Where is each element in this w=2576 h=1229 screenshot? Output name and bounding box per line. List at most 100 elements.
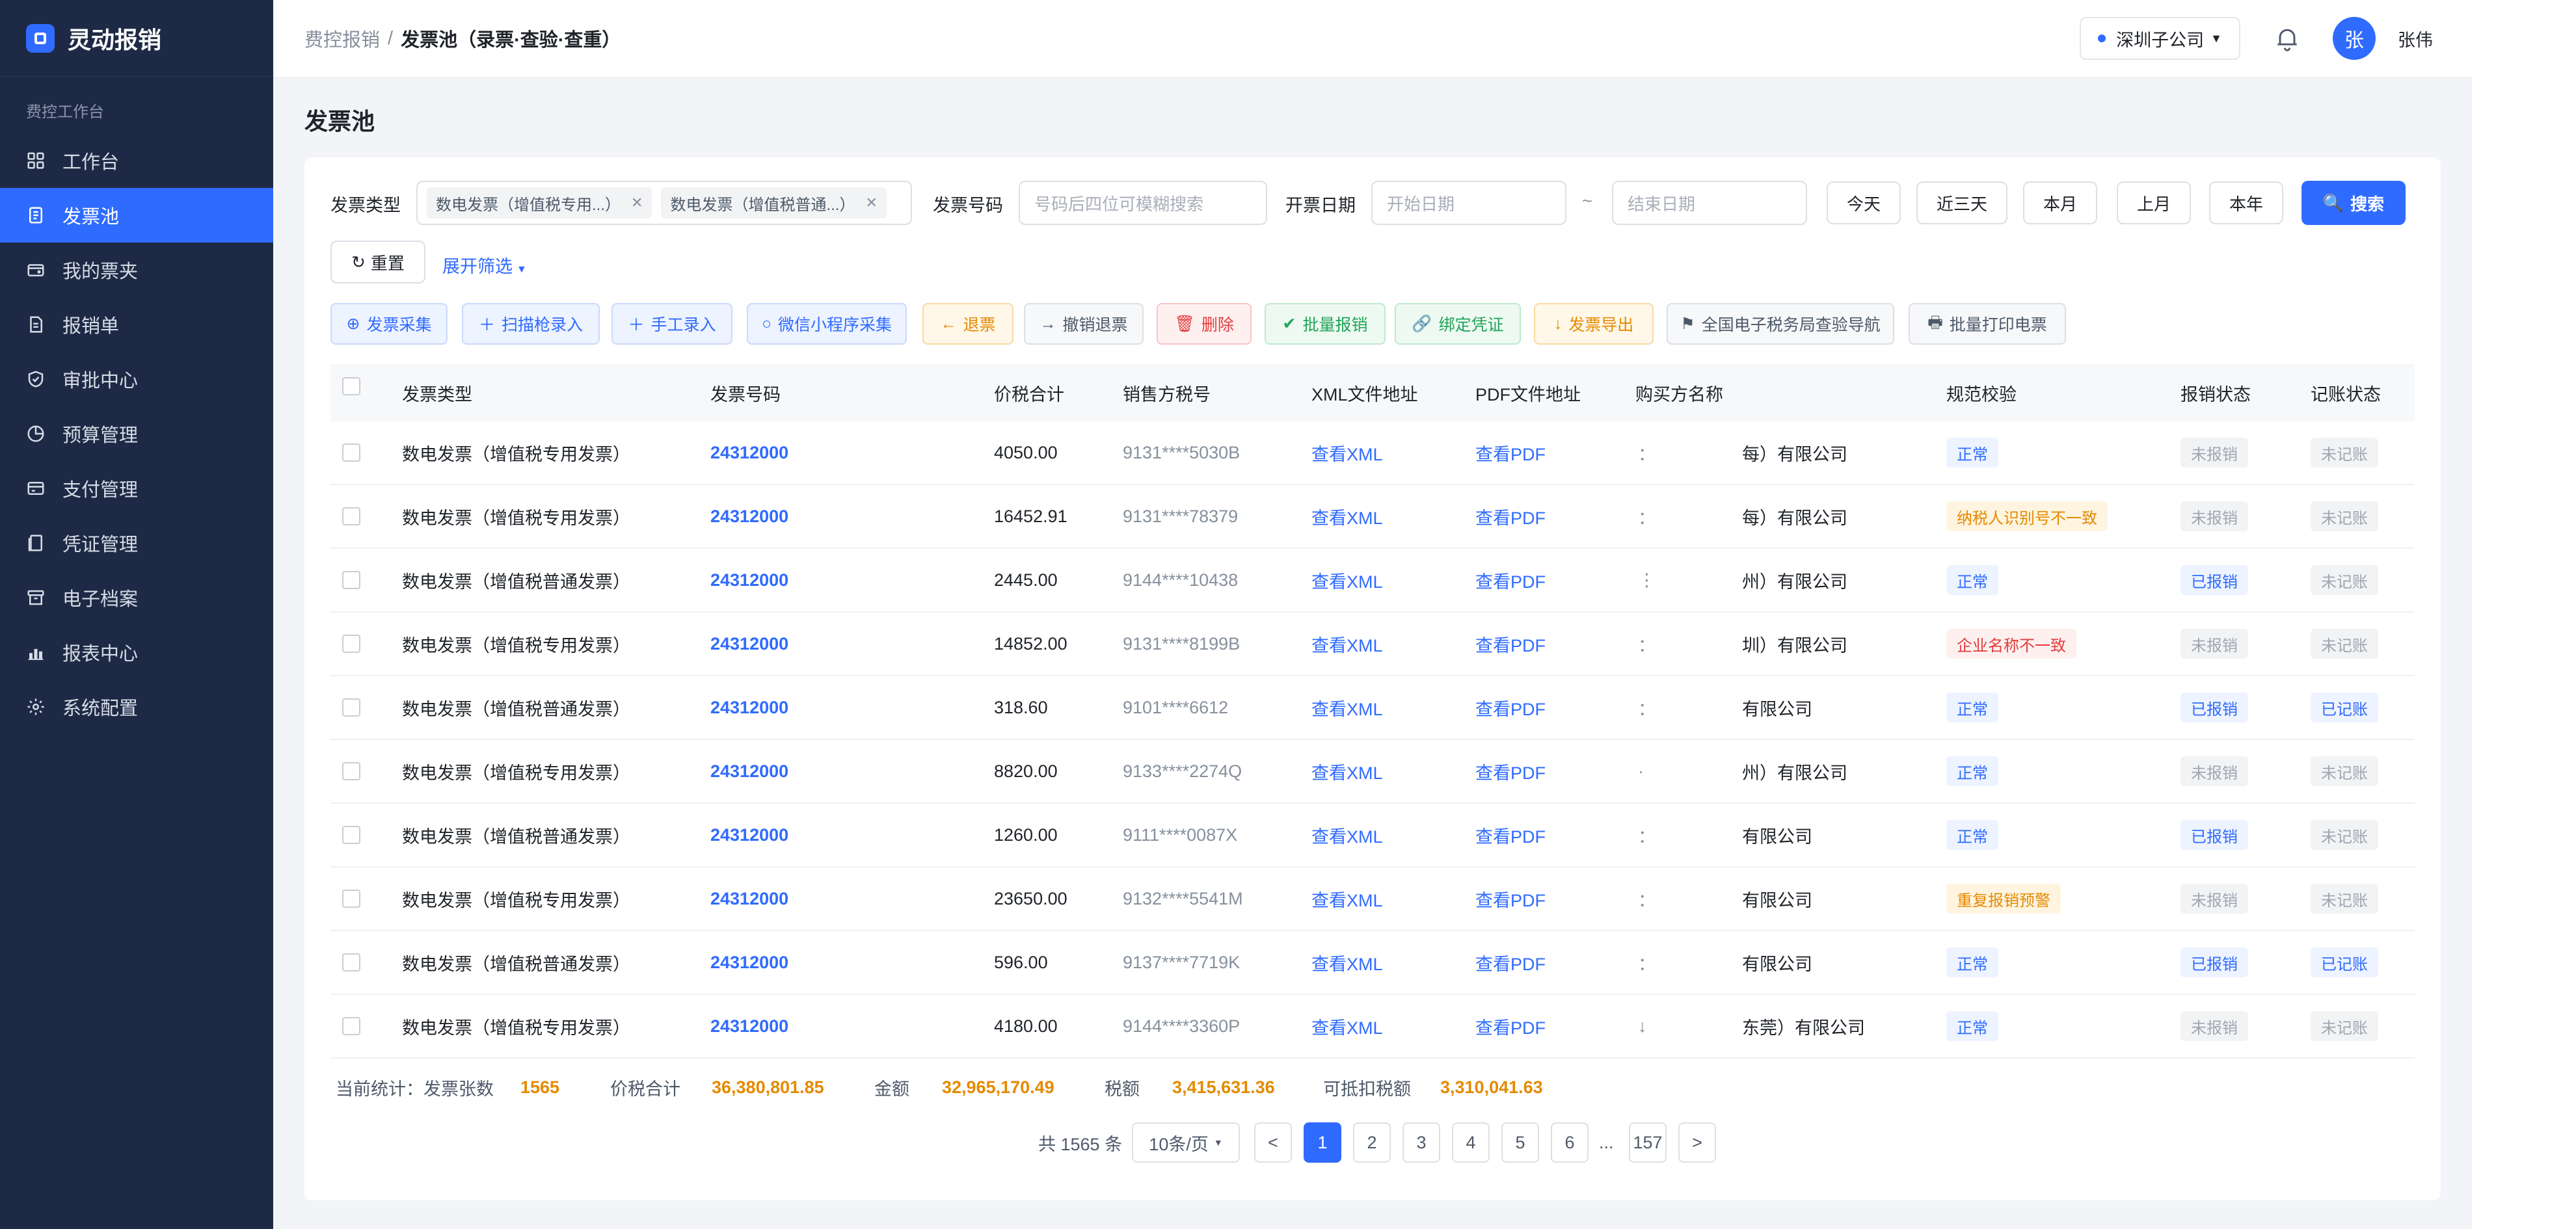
view-xml-link[interactable]: 查看XML: [1311, 485, 1383, 548]
prev-page-button[interactable]: <: [1254, 1122, 1292, 1163]
view-xml-link[interactable]: 查看XML: [1311, 613, 1383, 675]
page-button[interactable]: 1: [1304, 1122, 1341, 1163]
sidebar-item-invoice-pool[interactable]: 发票池: [0, 188, 273, 243]
invoice-number-link[interactable]: 24312000: [710, 740, 788, 802]
close-icon[interactable]: ✕: [631, 194, 643, 211]
sidebar-item-approval[interactable]: 审批中心: [0, 352, 273, 406]
return-invoice-button[interactable]: ← 退票: [922, 303, 1013, 345]
row-checkbox[interactable]: [342, 698, 360, 717]
page-button[interactable]: 3: [1402, 1122, 1440, 1163]
page-button[interactable]: 4: [1452, 1122, 1490, 1163]
view-pdf-link[interactable]: 查看PDF: [1475, 867, 1546, 930]
table-row[interactable]: 数电发票（增值税专用发票） 24312000 4050.00 9131****5030…: [330, 421, 2415, 485]
quick-date-last-month[interactable]: 上月: [2117, 181, 2191, 224]
breadcrumb-parent[interactable]: 费控报销: [304, 25, 380, 52]
table-row[interactable]: 数电发票（增值税普通发票） 24312000 596.00 9137****7719K…: [330, 931, 2415, 995]
view-pdf-link[interactable]: 查看PDF: [1475, 549, 1546, 611]
invoice-number-link[interactable]: 24312000: [710, 613, 788, 675]
page-button[interactable]: 6: [1551, 1122, 1589, 1163]
tax-bureau-nav-button[interactable]: ⚑ 全国电子税务局查验导航: [1667, 303, 1894, 345]
row-checkbox[interactable]: [342, 826, 360, 844]
row-checkbox[interactable]: [342, 953, 360, 971]
table-row[interactable]: 数电发票（增值税普通发票） 24312000 2445.00 9144****1043…: [330, 549, 2415, 613]
invoice-number-link[interactable]: 24312000: [710, 676, 788, 739]
invoice-number-link[interactable]: 24312000: [710, 804, 788, 866]
sidebar-item-budget[interactable]: 预算管理: [0, 406, 273, 461]
brand[interactable]: 灵动报销: [0, 0, 273, 77]
batch-reimburse-button[interactable]: ✔ 批量报销: [1265, 303, 1386, 345]
sidebar-item-reports[interactable]: 报表中心: [0, 625, 273, 680]
view-xml-link[interactable]: 查看XML: [1311, 995, 1383, 1057]
view-pdf-link[interactable]: 查看PDF: [1475, 740, 1546, 802]
view-pdf-link[interactable]: 查看PDF: [1475, 485, 1546, 548]
quick-date-year[interactable]: 本年: [2209, 181, 2283, 224]
invoice-number-link[interactable]: 24312000: [710, 421, 788, 484]
sidebar-item-my-folder[interactable]: 我的票夹: [0, 243, 273, 297]
view-xml-link[interactable]: 查看XML: [1311, 421, 1383, 484]
view-pdf-link[interactable]: 查看PDF: [1475, 931, 1546, 994]
expand-filter-link[interactable]: 展开筛选 ▼: [442, 252, 527, 278]
batch-print-button[interactable]: 🖶 批量打印电票: [1909, 303, 2066, 345]
collect-invoice-button[interactable]: ⊕ 发票采集: [330, 303, 448, 345]
bell-icon[interactable]: [2273, 24, 2301, 53]
invoice-number-link[interactable]: 24312000: [710, 931, 788, 994]
table-row[interactable]: 数电发票（增值税专用发票） 24312000 4180.00 9144****3360…: [330, 995, 2415, 1059]
quick-date-3days[interactable]: 近三天: [1916, 181, 2007, 224]
avatar[interactable]: 张: [2333, 17, 2376, 60]
sidebar-item-voucher[interactable]: 凭证管理: [0, 516, 273, 570]
page-button[interactable]: 2: [1353, 1122, 1391, 1163]
invoice-type-select[interactable]: 数电发票（增值税专用...） ✕ 数电发票（增值税普通...） ✕: [416, 181, 912, 225]
search-button[interactable]: 🔍 搜索: [2301, 181, 2406, 225]
table-row[interactable]: 数电发票（增值税普通发票） 24312000 1260.00 9111****0087…: [330, 804, 2415, 867]
wechat-miniapp-button[interactable]: ○ 微信小程序采集: [747, 303, 907, 345]
reset-button[interactable]: ↻ 重置: [330, 241, 425, 284]
table-row[interactable]: 数电发票（增值税专用发票） 24312000 16452.91 9131****783…: [330, 485, 2415, 549]
row-checkbox[interactable]: [342, 890, 360, 908]
view-pdf-link[interactable]: 查看PDF: [1475, 676, 1546, 739]
export-invoice-button[interactable]: ↓ 发票导出: [1534, 303, 1654, 345]
close-icon[interactable]: ✕: [865, 194, 877, 211]
table-row[interactable]: 数电发票（增值税专用发票） 24312000 23650.00 9132****554…: [330, 867, 2415, 931]
view-pdf-link[interactable]: 查看PDF: [1475, 421, 1546, 484]
row-checkbox[interactable]: [342, 635, 360, 653]
invoice-number-input[interactable]: 号码后四位可模糊搜索: [1019, 181, 1267, 225]
bind-voucher-button[interactable]: 🔗 绑定凭证: [1395, 303, 1521, 345]
invoice-number-link[interactable]: 24312000: [710, 485, 788, 548]
delete-button[interactable]: 🗑 删除: [1157, 303, 1252, 345]
row-checkbox[interactable]: [342, 762, 360, 780]
page-size-select[interactable]: 10条/页 ▼: [1132, 1122, 1240, 1163]
undo-return-button[interactable]: → 撤销退票: [1024, 303, 1144, 345]
next-page-button[interactable]: >: [1678, 1122, 1716, 1163]
row-checkbox[interactable]: [342, 507, 360, 525]
sidebar-item-workbench[interactable]: 工作台: [0, 133, 273, 188]
invoice-number-link[interactable]: 24312000: [710, 549, 788, 611]
view-xml-link[interactable]: 查看XML: [1311, 676, 1383, 739]
view-xml-link[interactable]: 查看XML: [1311, 931, 1383, 994]
username[interactable]: 张伟: [2398, 26, 2433, 51]
quick-date-month[interactable]: 本月: [2023, 181, 2097, 224]
row-checkbox[interactable]: [342, 443, 360, 462]
manual-entry-button[interactable]: ＋手工录入: [611, 303, 732, 345]
sidebar-item-archive[interactable]: 电子档案: [0, 570, 273, 625]
invoice-number-link[interactable]: 24312000: [710, 995, 788, 1057]
view-xml-link[interactable]: 查看XML: [1311, 867, 1383, 930]
view-pdf-link[interactable]: 查看PDF: [1475, 995, 1546, 1057]
view-xml-link[interactable]: 查看XML: [1311, 804, 1383, 866]
sidebar-item-settings[interactable]: 系统配置: [0, 680, 273, 734]
view-pdf-link[interactable]: 查看PDF: [1475, 804, 1546, 866]
row-checkbox[interactable]: [342, 571, 360, 589]
view-xml-link[interactable]: 查看XML: [1311, 549, 1383, 611]
start-date-input[interactable]: 开始日期: [1371, 181, 1566, 225]
scanner-entry-button[interactable]: ＋扫描枪录入: [462, 303, 600, 345]
table-row[interactable]: 数电发票（增值税普通发票） 24312000 318.60 9101****6612 查…: [330, 676, 2415, 740]
page-button-last[interactable]: 157: [1629, 1122, 1667, 1163]
sidebar-item-expense-report[interactable]: 报销单: [0, 297, 273, 352]
view-xml-link[interactable]: 查看XML: [1311, 740, 1383, 802]
view-pdf-link[interactable]: 查看PDF: [1475, 613, 1546, 675]
table-row[interactable]: 数电发票（增值税专用发票） 24312000 8820.00 9133****2274…: [330, 740, 2415, 804]
table-row[interactable]: 数电发票（增值税专用发票） 24312000 14852.00 9131****819…: [330, 613, 2415, 676]
page-button[interactable]: 5: [1501, 1122, 1539, 1163]
company-selector[interactable]: 深圳子公司 ▼: [2080, 17, 2240, 60]
select-all-checkbox[interactable]: [342, 377, 360, 395]
quick-date-today[interactable]: 今天: [1827, 181, 1901, 224]
